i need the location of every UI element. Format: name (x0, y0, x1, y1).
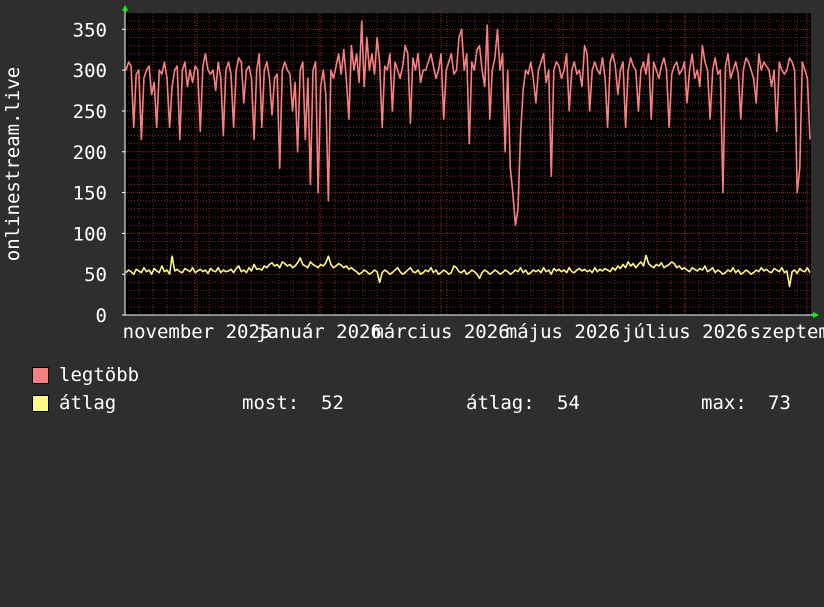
y-axis-arrow (122, 5, 128, 11)
atlag-label: átlag (59, 392, 117, 414)
y-tick-label: 300 (73, 60, 107, 82)
y-tick-label: 250 (73, 101, 107, 123)
y-tick-label: 100 (73, 223, 107, 245)
stat-max-label: max: (701, 392, 747, 414)
plot-area (125, 13, 811, 315)
stat-max-value: 73 (768, 392, 791, 414)
stat-avg-label: átlag: (466, 392, 535, 414)
atlag-swatch (32, 395, 49, 412)
chart: 0 50 100 150 200 250 300 350 november 2025januá… (2, 5, 824, 343)
y-tick-label: 0 (96, 305, 107, 327)
x-tick-label: július 2026 (622, 321, 748, 343)
x-axis-arrow (813, 312, 819, 318)
stat-now-value: 52 (321, 392, 344, 414)
x-tick-label: január 2026 (256, 321, 382, 343)
x-tick-label: május 2026 (506, 321, 620, 343)
x-tick-label: szeptember (750, 321, 824, 343)
legtobb-swatch (32, 367, 49, 384)
legtobb-label: legtöbb (59, 364, 140, 386)
y-axis-label: onlinestream.live (2, 67, 24, 261)
stat-avg-value: 54 (557, 392, 580, 414)
stat-now-label: most: (242, 392, 300, 414)
y-tick-labels: 0 50 100 150 200 250 300 350 (73, 19, 107, 327)
y-tick-label: 50 (84, 264, 107, 286)
y-tick-label: 350 (73, 19, 107, 41)
y-tick-label: 150 (73, 183, 107, 205)
legend-row-legtobb: legtöbb (32, 363, 139, 387)
x-tick-label: november 2025 (123, 321, 272, 343)
x-tick-labels: november 2025január 2026március 2026máju… (123, 321, 824, 343)
x-tick-label: március 2026 (372, 321, 509, 343)
legend-row-atlag: átlag most: 52 átlag: 54 max: 73 (32, 391, 812, 415)
y-tick-label: 200 (73, 142, 107, 164)
